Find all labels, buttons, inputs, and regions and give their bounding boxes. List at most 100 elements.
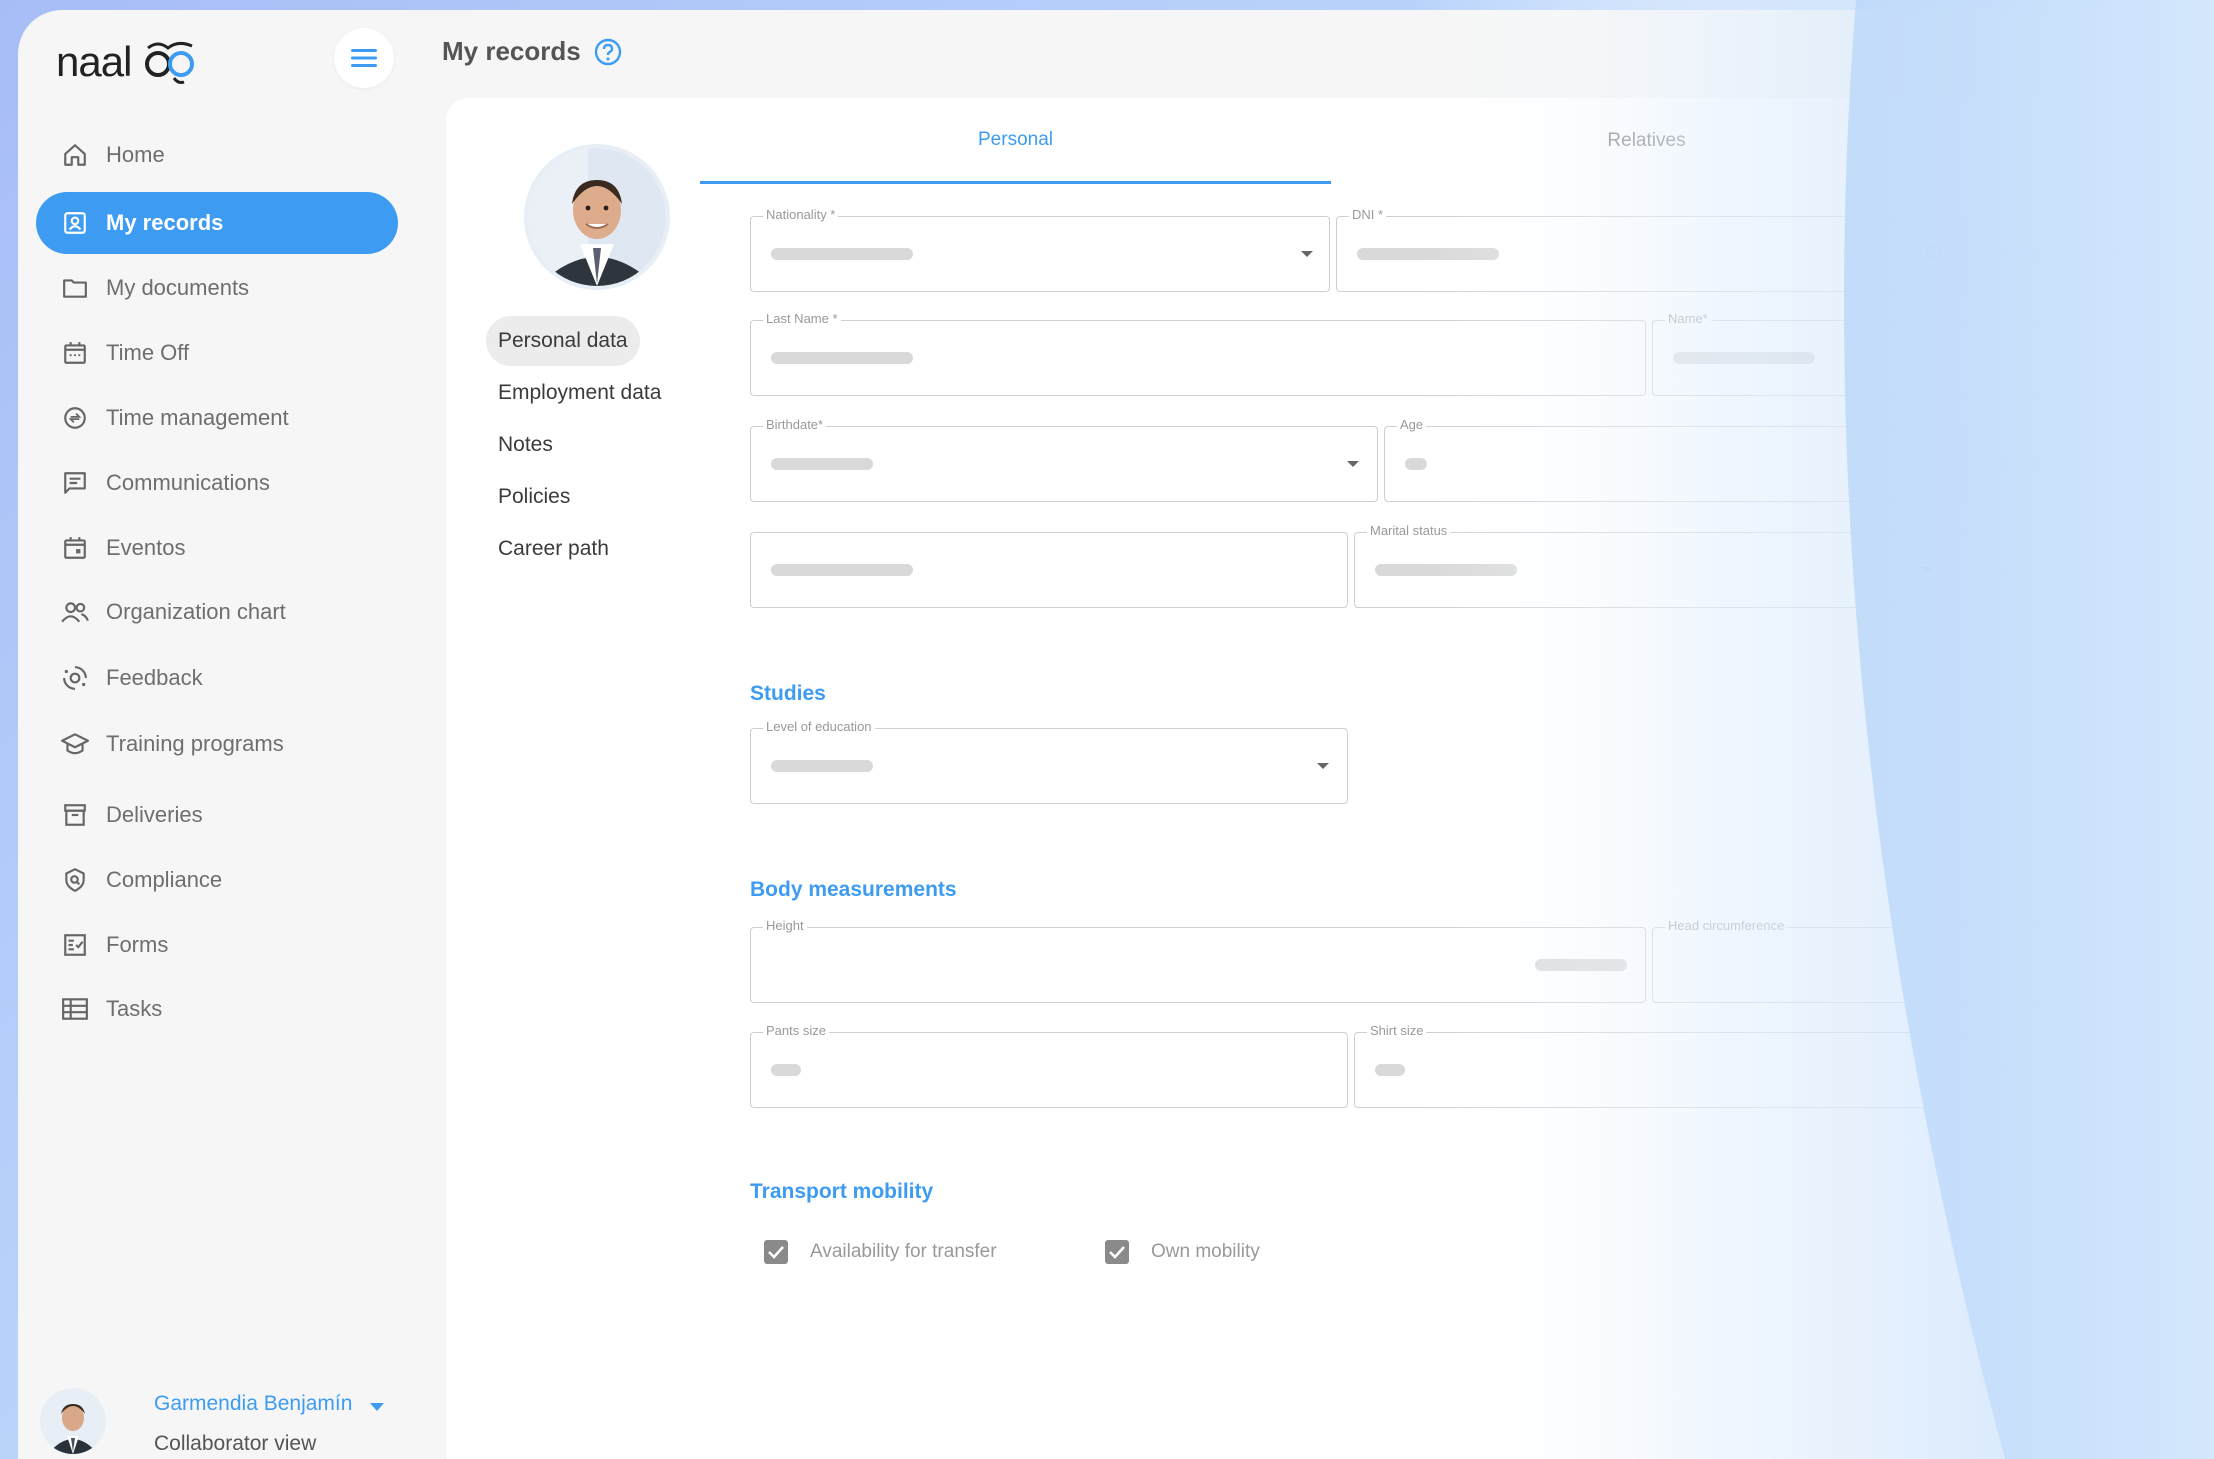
name-field[interactable]: Name*	[1652, 311, 2172, 396]
id-card-icon	[60, 208, 90, 238]
blood-type-field[interactable]	[1956, 532, 2171, 608]
height-field[interactable]: Height	[750, 918, 1646, 1003]
sidebar-item-label: Deliveries	[106, 802, 203, 827]
level-of-education-select[interactable]: Level of education	[750, 719, 1348, 804]
value-placeholder	[1992, 458, 2134, 470]
checkbox-label: Availability for transfer	[810, 1241, 997, 1262]
sidebar-item-label: Forms	[106, 932, 169, 957]
chat-icon	[60, 468, 90, 498]
sidebar-item-compliance[interactable]: Compliance	[36, 849, 398, 911]
form-icon	[60, 930, 90, 960]
user-profile[interactable]: Garmendia Benjamín Collaborator view	[40, 1378, 420, 1458]
hamburger-menu-button[interactable]	[334, 28, 394, 88]
subnav-item-career-path[interactable]: Career path	[486, 524, 621, 574]
sidebar-item-deliveries[interactable]: Deliveries	[36, 784, 398, 846]
subnav-item-employment-data[interactable]: Employment data	[486, 368, 673, 418]
chevron-down-icon	[1347, 461, 1359, 467]
profile-photo	[524, 144, 670, 290]
extra-field[interactable]	[1971, 216, 2171, 292]
dni-field[interactable]: DNI *	[1336, 207, 1964, 292]
shirt-size-field[interactable]: Shirt size	[1354, 1023, 1950, 1108]
value-placeholder	[771, 458, 873, 470]
user-role: Collaborator view	[154, 1432, 317, 1455]
sidebar-item-tasks[interactable]: Tasks	[36, 978, 398, 1040]
chevron-down-icon	[1301, 251, 1313, 257]
value-placeholder	[771, 564, 913, 576]
archive-icon	[60, 800, 90, 830]
sidebar-item-feedback[interactable]: Feedback	[36, 647, 398, 709]
value-placeholder	[1992, 248, 2134, 260]
value-placeholder	[1673, 352, 1815, 364]
availability-for-transfer-checkbox[interactable]: Availability for transfer	[764, 1240, 997, 1264]
sidebar-item-label: Communications	[106, 470, 270, 495]
subnav-item-policies[interactable]: Policies	[486, 472, 582, 522]
event-icon	[60, 533, 90, 563]
head-circumference-field[interactable]: Head circumference	[1652, 918, 2172, 1003]
subnav-item-notes[interactable]: Notes	[486, 420, 565, 470]
value-placeholder	[771, 248, 913, 260]
value-placeholder	[1977, 564, 2007, 576]
sidebar-item-label: Tasks	[106, 996, 163, 1021]
sidebar-item-eventos[interactable]: Eventos	[36, 517, 398, 579]
svg-text:naal: naal	[56, 38, 131, 85]
sidebar-item-label: My documents	[106, 275, 250, 300]
own-mobility-checkbox[interactable]: Own mobility	[1105, 1240, 1260, 1264]
app-window: naal Home My records My documents Time O…	[18, 10, 2214, 1459]
subnav-item-personal-data[interactable]: Personal data	[486, 316, 640, 366]
calendar-icon	[60, 338, 90, 368]
page-title: My records	[442, 36, 581, 66]
sidebar-item-label: Feedback	[106, 665, 203, 690]
sidebar-item-label: Compliance	[106, 867, 223, 892]
checkbox-checked-icon	[1105, 1240, 1129, 1264]
section-title-transport-mobility: Transport mobility	[750, 1180, 934, 1203]
sidebar-item-home[interactable]: Home	[36, 124, 398, 186]
help-icon[interactable]	[594, 38, 622, 66]
shoe-size-field[interactable]	[1956, 1032, 2171, 1108]
sidebar: naal Home My records My documents Time O…	[18, 10, 443, 1459]
value-placeholder	[771, 352, 913, 364]
table-icon	[60, 994, 90, 1024]
sidebar-item-label: Training programs	[106, 731, 284, 756]
chevron-down-icon[interactable]	[370, 1402, 384, 1412]
people-icon	[60, 597, 90, 627]
tab-personal[interactable]: Personal	[700, 98, 1331, 184]
section-title-studies: Studies	[750, 682, 826, 705]
sidebar-item-time-management[interactable]: Time management	[36, 387, 398, 449]
user-name: Garmendia Benjamín	[154, 1392, 353, 1415]
sidebar-item-organization-chart[interactable]: Organization chart	[36, 581, 398, 643]
search-icon[interactable]	[1923, 241, 1949, 267]
value-placeholder	[771, 1064, 801, 1076]
sidebar-item-my-records[interactable]: My records	[36, 192, 398, 254]
value-placeholder	[771, 760, 873, 772]
gender-field[interactable]	[1971, 426, 2171, 502]
sidebar-item-communications[interactable]: Communications	[36, 452, 398, 514]
records-tabs: Personal Relatives	[700, 98, 1962, 184]
sidebar-item-time-off[interactable]: Time Off	[36, 322, 398, 384]
checkbox-checked-icon	[764, 1240, 788, 1264]
last-name-field[interactable]: Last Name *	[750, 311, 1646, 396]
value-placeholder	[1535, 959, 1627, 971]
sidebar-item-label: Home	[106, 142, 165, 167]
value-placeholder	[1977, 1064, 2007, 1076]
birthdate-select[interactable]: Birthdate*	[750, 417, 1378, 502]
pants-size-field[interactable]: Pants size	[750, 1023, 1348, 1108]
unlabeled-field[interactable]	[750, 532, 1348, 608]
sidebar-item-training-programs[interactable]: Training programs	[36, 713, 398, 775]
value-placeholder	[1375, 564, 1517, 576]
sidebar-item-forms[interactable]: Forms	[36, 914, 398, 976]
value-placeholder	[1375, 1064, 1405, 1076]
sidebar-item-label: Eventos	[106, 535, 186, 560]
nationality-select[interactable]: Nationality *	[750, 207, 1330, 292]
sidebar-item-my-documents[interactable]: My documents	[36, 257, 398, 319]
checkbox-label: Own mobility	[1151, 1241, 1260, 1262]
value-placeholder	[1405, 458, 1427, 470]
folder-icon	[60, 273, 90, 303]
tab-relatives[interactable]: Relatives	[1331, 98, 1962, 184]
sidebar-item-label: My records	[106, 210, 224, 235]
marital-status-select[interactable]: Marital status	[1354, 523, 1950, 608]
records-card: Personal data Employment data Notes Poli…	[446, 98, 2214, 1459]
sidebar-item-label: Time management	[106, 405, 289, 430]
graduation-cap-icon	[60, 729, 90, 759]
age-field[interactable]: Age	[1384, 417, 1964, 502]
menu-icon	[351, 49, 377, 67]
